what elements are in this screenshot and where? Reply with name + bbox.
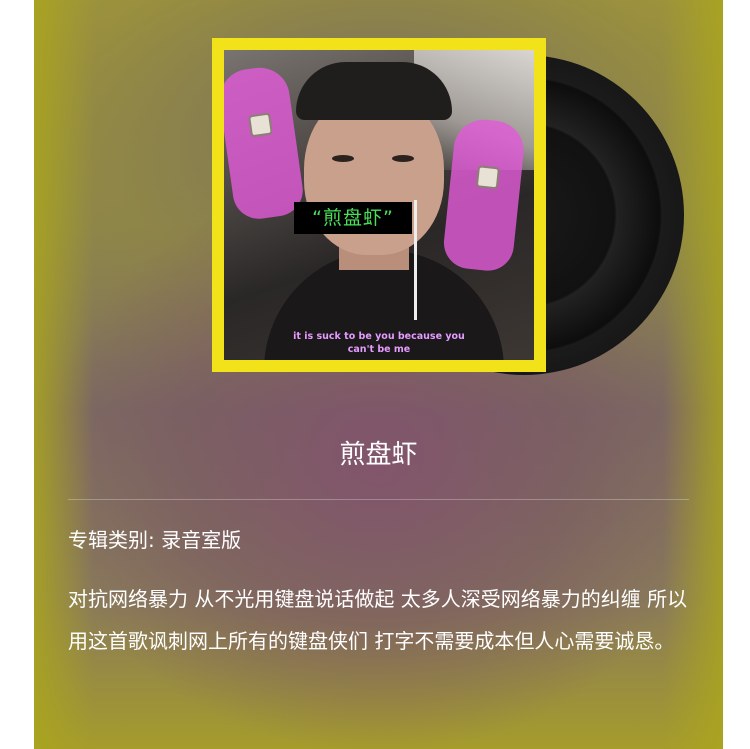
cover-caption-line-2: can't be me — [347, 344, 411, 355]
ring-icon — [248, 112, 273, 138]
album-description: 对抗网络暴力 从不光用键盘说话做起 太多人深受网络暴力的纠缠 所以用这首歌讽刺网… — [68, 587, 688, 653]
cover-caption-line-1: it is suck to be you because you — [293, 331, 465, 342]
ok-hand-right-icon — [441, 116, 527, 274]
album-title: 煎盘虾 — [339, 440, 418, 470]
right-eye — [392, 155, 414, 162]
cover-caption: it is suck to be you because you can't b… — [224, 330, 534, 356]
album-cover-photo: “煎盘虾” it is suck to be you because you c… — [224, 50, 534, 360]
ok-hand-left-icon — [224, 63, 307, 223]
divider — [68, 499, 689, 500]
earphone-cable — [414, 200, 417, 320]
person-cap — [296, 62, 452, 120]
cover-name-tag: “煎盘虾” — [294, 202, 412, 234]
ring-icon — [475, 165, 500, 190]
album-detail-panel: “煎盘虾” it is suck to be you because you c… — [34, 0, 723, 749]
album-category: 专辑类别: 录音室版 — [68, 528, 242, 552]
left-eye — [332, 155, 354, 162]
album-cover[interactable]: “煎盘虾” it is suck to be you because you c… — [212, 38, 546, 372]
